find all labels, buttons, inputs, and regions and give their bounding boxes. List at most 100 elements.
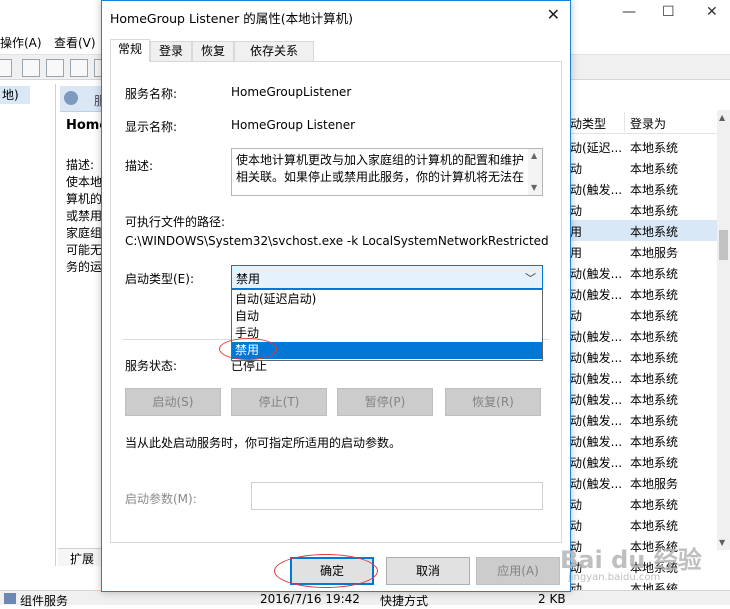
logon-cell: 本地系统 [630, 183, 679, 197]
table-row[interactable]: 动 本地系统 [570, 199, 720, 220]
exe-path-value: C:\WINDOWS\System32\svchost.exe -k Local… [125, 234, 549, 248]
properties-icon[interactable] [22, 59, 40, 77]
startup-type-select[interactable]: 禁用 ﹀ [231, 265, 543, 289]
table-row[interactable]: 动(触发... 本地系统 [570, 283, 720, 304]
table-row[interactable]: 动(触发... 本地系统 [570, 451, 720, 472]
status-kind: 快捷方式 [380, 594, 429, 608]
logon-cell: 本地系统 [630, 204, 679, 218]
option-manual[interactable]: 手动 [232, 325, 542, 342]
startup-type-cell: 动(触发... [570, 414, 623, 428]
startup-type-cell: 动(触发... [570, 267, 623, 281]
list-header: 动类型 登录为 [570, 110, 730, 134]
menu-action[interactable]: 操作(A) [0, 34, 42, 51]
export-icon[interactable] [70, 59, 88, 77]
minimize-icon[interactable]: — [622, 4, 636, 20]
watermark-url: jingyan.baidu.com [568, 572, 661, 583]
option-auto[interactable]: 自动 [232, 308, 542, 325]
console-tree: 地) [0, 84, 56, 566]
table-row[interactable]: 动(触发... 本地系统 [570, 409, 720, 430]
toolbar-icon[interactable] [0, 59, 12, 77]
apply-button[interactable]: 应用(A) [476, 557, 560, 585]
logon-cell: 本地系统 [630, 267, 679, 281]
logon-cell: 本地系统 [630, 372, 679, 386]
menu-view[interactable]: 查看(V) [54, 34, 96, 51]
option-disabled[interactable]: 禁用 [232, 342, 542, 359]
desc-line: 算机的 [66, 192, 103, 206]
startup-type-cell: 动(触发... [570, 435, 623, 449]
table-row[interactable]: 动(延迟... 本地系统 [570, 136, 720, 157]
services-icon [64, 91, 78, 105]
close-icon[interactable]: ✕ [706, 4, 718, 20]
start-button[interactable]: 启动(S) [125, 388, 221, 416]
table-row[interactable]: 动(触发... 本地系统 [570, 367, 720, 388]
startup-type-cell: 动 [570, 162, 583, 176]
description-text: 使本地计算机更改与加入家庭组的计算机的配置和维护相关联。如果停止或禁用此服务，你… [236, 153, 525, 184]
display-name-value: HomeGroup Listener [231, 118, 356, 132]
startup-type-selected: 禁用 [236, 272, 261, 286]
resume-button[interactable]: 恢复(R) [445, 388, 541, 416]
startup-type-cell: 动(触发... [570, 183, 623, 197]
startup-type-cell: 动 [570, 519, 583, 533]
desc-line: 或禁用 [66, 209, 103, 223]
table-row[interactable]: 动(触发... 本地系统 [570, 262, 720, 283]
pane-header: 服 [60, 86, 106, 112]
startup-type-cell: 动(触发... [570, 456, 623, 470]
logon-cell: 本地系统 [630, 141, 679, 155]
table-row[interactable]: 用 本地系统 [570, 220, 720, 241]
chevron-down-icon[interactable]: ﹀ [525, 270, 536, 286]
startup-type-cell: 动(触发... [570, 477, 623, 491]
column-startup-type[interactable]: 动类型 [570, 115, 606, 132]
table-row[interactable]: 用 本地服务 [570, 241, 720, 262]
column-logon-as[interactable]: 登录为 [630, 115, 666, 132]
tree-item-services[interactable]: 地) [0, 86, 30, 104]
dialog-close-icon[interactable]: ✕ [547, 5, 560, 24]
service-name-label: 服务名称: [125, 87, 178, 101]
description-textbox[interactable]: 使本地计算机更改与加入家庭组的计算机的配置和维护相关联。如果停止或禁用此服务，你… [231, 148, 543, 196]
tab-dependencies[interactable]: 依存关系 [234, 41, 314, 61]
table-row[interactable]: 动(触发... 本地系统 [570, 388, 720, 409]
tab-recovery[interactable]: 恢复 [192, 41, 234, 61]
highlight-oval [219, 338, 277, 360]
startup-type-dropdown: 自动(延迟启动) 自动 手动 禁用 [231, 289, 543, 361]
pause-button[interactable]: 暂停(P) [337, 388, 433, 416]
maximize-icon[interactable]: ☐ [662, 4, 675, 20]
status-size: 2 KB [538, 592, 566, 606]
dialog-title: HomeGroup Listener 的属性(本地计算机) [110, 11, 353, 26]
table-row[interactable]: 动 本地系统 [570, 514, 720, 535]
option-auto-delayed[interactable]: 自动(延迟启动) [232, 291, 542, 308]
baidu-watermark: Bai du 经验 jingyan.baidu.com [560, 540, 702, 590]
description-scrollbar[interactable]: ▲ ▼ [528, 149, 542, 195]
scrollbar-thumb[interactable] [719, 230, 728, 260]
table-row[interactable]: 动(触发... 本地系统 [570, 430, 720, 451]
table-row[interactable]: 动(触发... 本地服务 [570, 472, 720, 493]
desc-line: 务的运 [66, 260, 103, 274]
tab-general[interactable]: 常规 [110, 39, 150, 62]
table-row[interactable]: 动(触发... 本地系统 [570, 325, 720, 346]
table-row[interactable]: 动(触发... 本地系统 [570, 346, 720, 367]
startup-type-cell: 动 [570, 309, 583, 323]
extended-tab[interactable]: 扩展 [58, 548, 102, 566]
table-row[interactable]: 动 本地系统 [570, 157, 720, 178]
desc-line: 描述: [66, 158, 95, 172]
list-scrollbar[interactable]: ▲ ▼ [717, 110, 730, 550]
table-row[interactable]: 动 本地系统 [570, 493, 720, 514]
table-row[interactable]: 动 本地系统 [570, 304, 720, 325]
start-params-input[interactable] [251, 482, 543, 510]
tab-logon[interactable]: 登录 [150, 41, 192, 61]
display-name-label: 显示名称: [125, 120, 178, 134]
stop-button[interactable]: 停止(T) [231, 388, 327, 416]
desc-line: 可能无 [66, 243, 103, 257]
watermark-logo: Bai du 经验 [560, 546, 702, 574]
logon-cell: 本地系统 [630, 309, 679, 323]
startup-type-cell: 动(触发... [570, 393, 623, 407]
startup-type-cell: 用 [570, 246, 583, 260]
ok-highlight-oval [274, 554, 378, 588]
logon-cell: 本地系统 [630, 393, 679, 407]
cancel-button[interactable]: 取消 [386, 557, 470, 585]
table-row[interactable]: 动(触发... 本地系统 [570, 178, 720, 199]
services-list: 动类型 登录为 动(延迟... 本地系统动本地系统 动(触发... 本地系统动本地系统… [570, 110, 730, 596]
refresh-icon[interactable] [46, 59, 64, 77]
dialog-titlebar[interactable]: HomeGroup Listener 的属性(本地计算机) ✕ [102, 1, 570, 31]
start-params-hint: 当从此处启动服务时，你可指定所适用的启动参数。 [125, 436, 402, 450]
exe-path-label: 可执行文件的路径: [125, 215, 226, 229]
